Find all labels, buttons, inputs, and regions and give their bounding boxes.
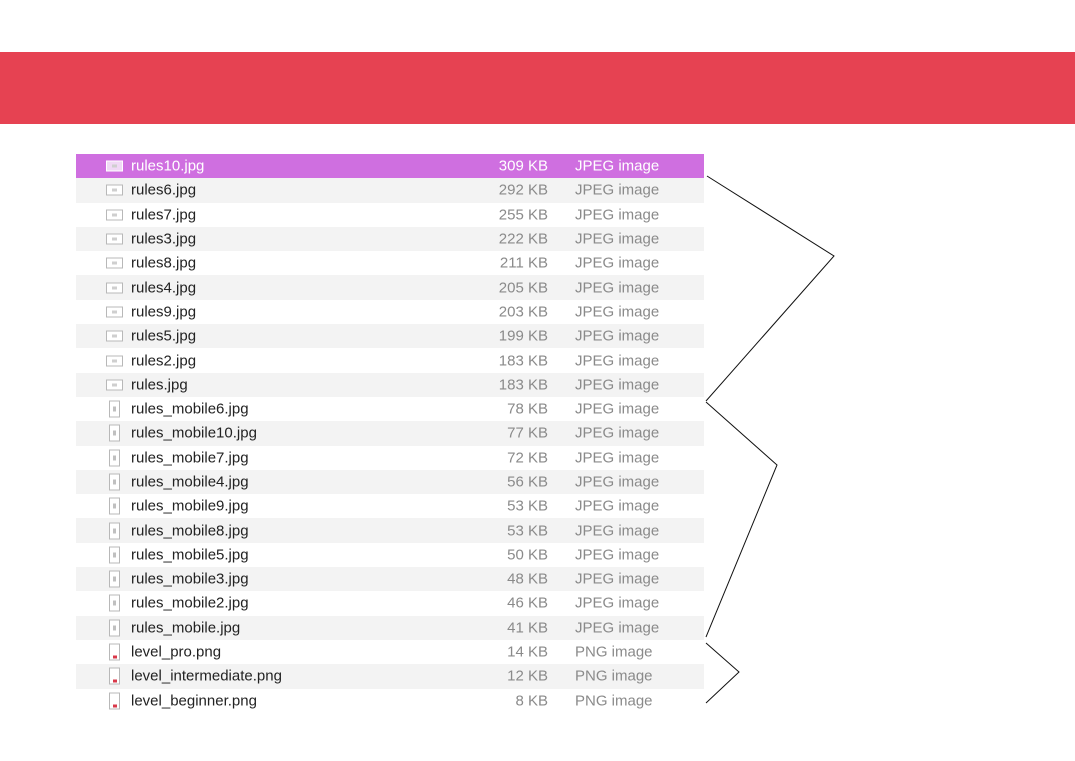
bracket-large-images — [705, 175, 835, 402]
group-brackets — [705, 175, 835, 704]
bracket-level-images — [705, 642, 740, 704]
bracket-mobile-images — [705, 401, 778, 638]
